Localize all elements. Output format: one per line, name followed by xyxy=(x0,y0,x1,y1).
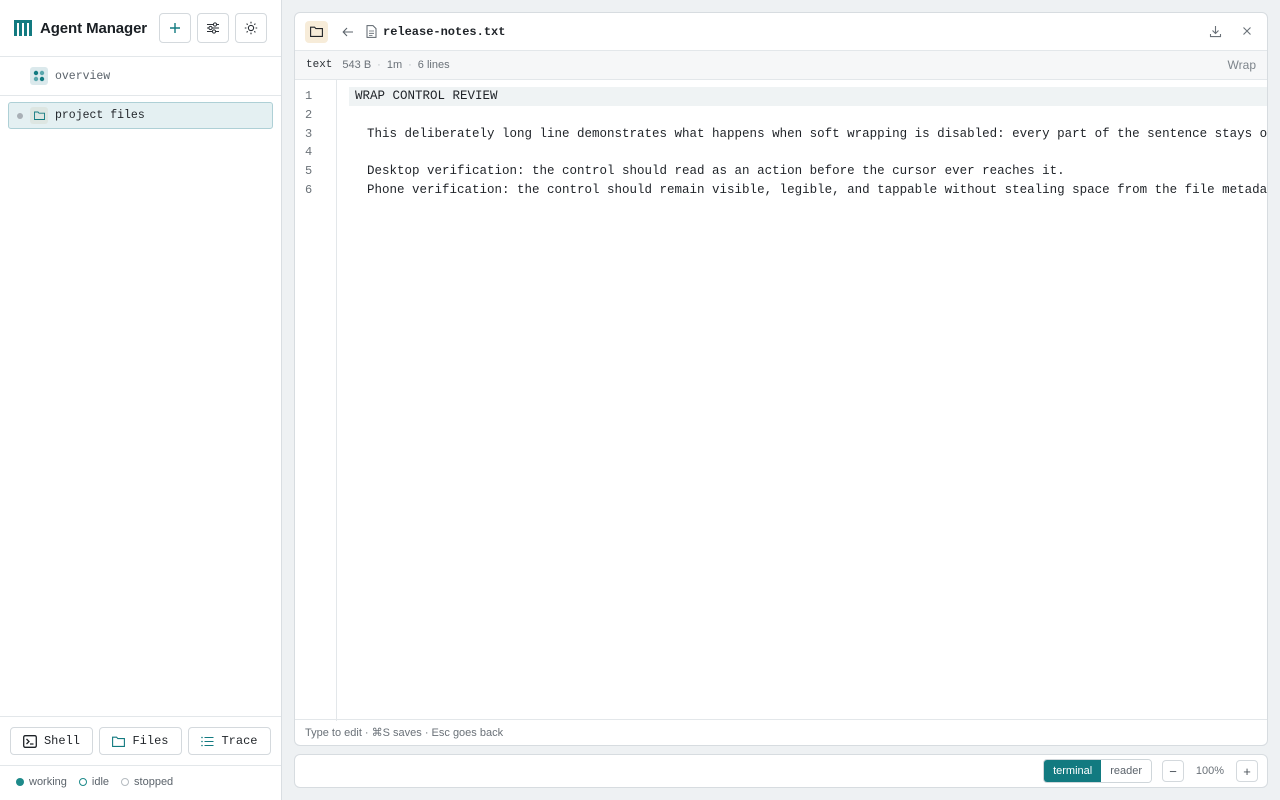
new-agent-button[interactable] xyxy=(159,13,191,43)
file-line-count: 6 lines xyxy=(417,59,450,71)
mode-reader-button[interactable]: reader xyxy=(1101,760,1151,782)
view-mode-toggle: terminal reader xyxy=(1043,759,1152,783)
working-dot xyxy=(16,778,24,786)
legend-stopped: stopped xyxy=(121,776,173,788)
file-name: release-notes.txt xyxy=(383,24,506,39)
sidebar-toolbar: Shell Files Trace xyxy=(0,716,281,766)
line-number: 3 xyxy=(305,126,313,141)
status-dot xyxy=(17,112,23,119)
app-title: Agent Manager xyxy=(40,19,148,37)
line-number: 5 xyxy=(305,164,313,179)
open-folder-button[interactable] xyxy=(305,20,328,43)
code-editor[interactable]: 1 2 3 4 5 6 WRAP CONTROL REVIEW This del… xyxy=(295,80,1267,721)
file-meta-bar: text 543 B · 1m · 6 lines Wrap xyxy=(295,51,1267,80)
files-button[interactable]: Files xyxy=(99,727,182,755)
folder-icon xyxy=(112,736,126,747)
line-number: 4 xyxy=(305,145,313,160)
plus-icon xyxy=(170,23,180,33)
line-number: 2 xyxy=(305,107,313,122)
code-line[interactable]: Phone verification: the control should r… xyxy=(349,181,1267,200)
sidebar-item-project-files[interactable]: project files xyxy=(8,102,273,129)
files-label: Files xyxy=(132,734,169,748)
line-number: 6 xyxy=(305,182,313,197)
wrap-toggle-button[interactable]: Wrap xyxy=(1228,58,1256,72)
legend-working: working xyxy=(16,776,67,788)
theme-toggle-button[interactable] xyxy=(235,13,267,43)
close-icon xyxy=(1243,26,1251,35)
separator: · xyxy=(408,59,412,71)
settings-button[interactable] xyxy=(197,13,229,43)
trace-button[interactable]: Trace xyxy=(188,727,271,755)
legend-idle: idle xyxy=(78,776,110,788)
sidebar-header: Agent Manager xyxy=(0,0,281,57)
idle-dot xyxy=(78,778,87,786)
legend-label: working xyxy=(29,776,67,788)
code-line[interactable] xyxy=(349,106,1267,125)
shell-label: Shell xyxy=(43,734,80,748)
view-controls-bar: terminal reader − 100% + xyxy=(294,754,1268,788)
sidebar: Agent Manager overview project files She… xyxy=(0,0,282,800)
trace-label: Trace xyxy=(221,734,258,748)
sun-icon xyxy=(244,21,258,35)
logo-icon xyxy=(14,20,32,36)
download-button[interactable] xyxy=(1209,25,1223,39)
file-age: 1m xyxy=(386,59,403,71)
download-icon xyxy=(1209,25,1222,37)
code-line-active[interactable]: WRAP CONTROL REVIEW xyxy=(349,87,1267,106)
line-number: 1 xyxy=(305,89,313,103)
file-viewer-panel: release-notes.txt text 543 B · 1m · 6 li… xyxy=(294,12,1268,746)
mode-terminal-button[interactable]: terminal xyxy=(1044,760,1102,782)
code-content[interactable]: WRAP CONTROL REVIEW This deliberately lo… xyxy=(337,80,1267,721)
terminal-icon xyxy=(23,734,37,748)
separator: · xyxy=(377,59,381,71)
legend-label: idle xyxy=(91,776,110,788)
zoom-in-button[interactable]: + xyxy=(1236,760,1258,782)
folder-icon xyxy=(310,26,323,37)
list-icon xyxy=(201,736,214,746)
line-gutter: 1 2 3 4 5 6 xyxy=(295,80,337,721)
file-size: 543 B xyxy=(342,59,372,71)
file-icon xyxy=(366,24,378,39)
sidebar-item-label: overview xyxy=(55,69,111,83)
folder-icon xyxy=(30,107,48,124)
code-line[interactable]: This deliberately long line demonstrates… xyxy=(349,125,1267,144)
editor-hint-bar: Type to edit · ⌘S saves · Esc goes back xyxy=(295,719,1267,745)
sliders-icon xyxy=(207,22,219,34)
close-button[interactable] xyxy=(1241,25,1255,39)
editor-hint: Type to edit · ⌘S saves · Esc goes back xyxy=(305,727,504,739)
code-line[interactable] xyxy=(349,143,1267,162)
legend-label: stopped xyxy=(134,776,174,788)
overview-icon xyxy=(30,67,48,85)
status-legend: working idle stopped xyxy=(16,776,173,788)
file-type: text xyxy=(306,59,333,71)
code-line[interactable]: Desktop verification: the control should… xyxy=(349,162,1267,181)
sidebar-item-label: project files xyxy=(55,109,145,122)
sidebar-item-overview[interactable]: overview xyxy=(0,57,281,96)
stopped-dot xyxy=(121,778,130,786)
back-button[interactable] xyxy=(340,24,356,40)
file-header: release-notes.txt xyxy=(295,13,1267,51)
shell-button[interactable]: Shell xyxy=(10,727,93,755)
zoom-out-button[interactable]: − xyxy=(1162,760,1184,782)
arrow-left-icon xyxy=(342,27,353,36)
zoom-level: 100% xyxy=(1195,765,1225,777)
